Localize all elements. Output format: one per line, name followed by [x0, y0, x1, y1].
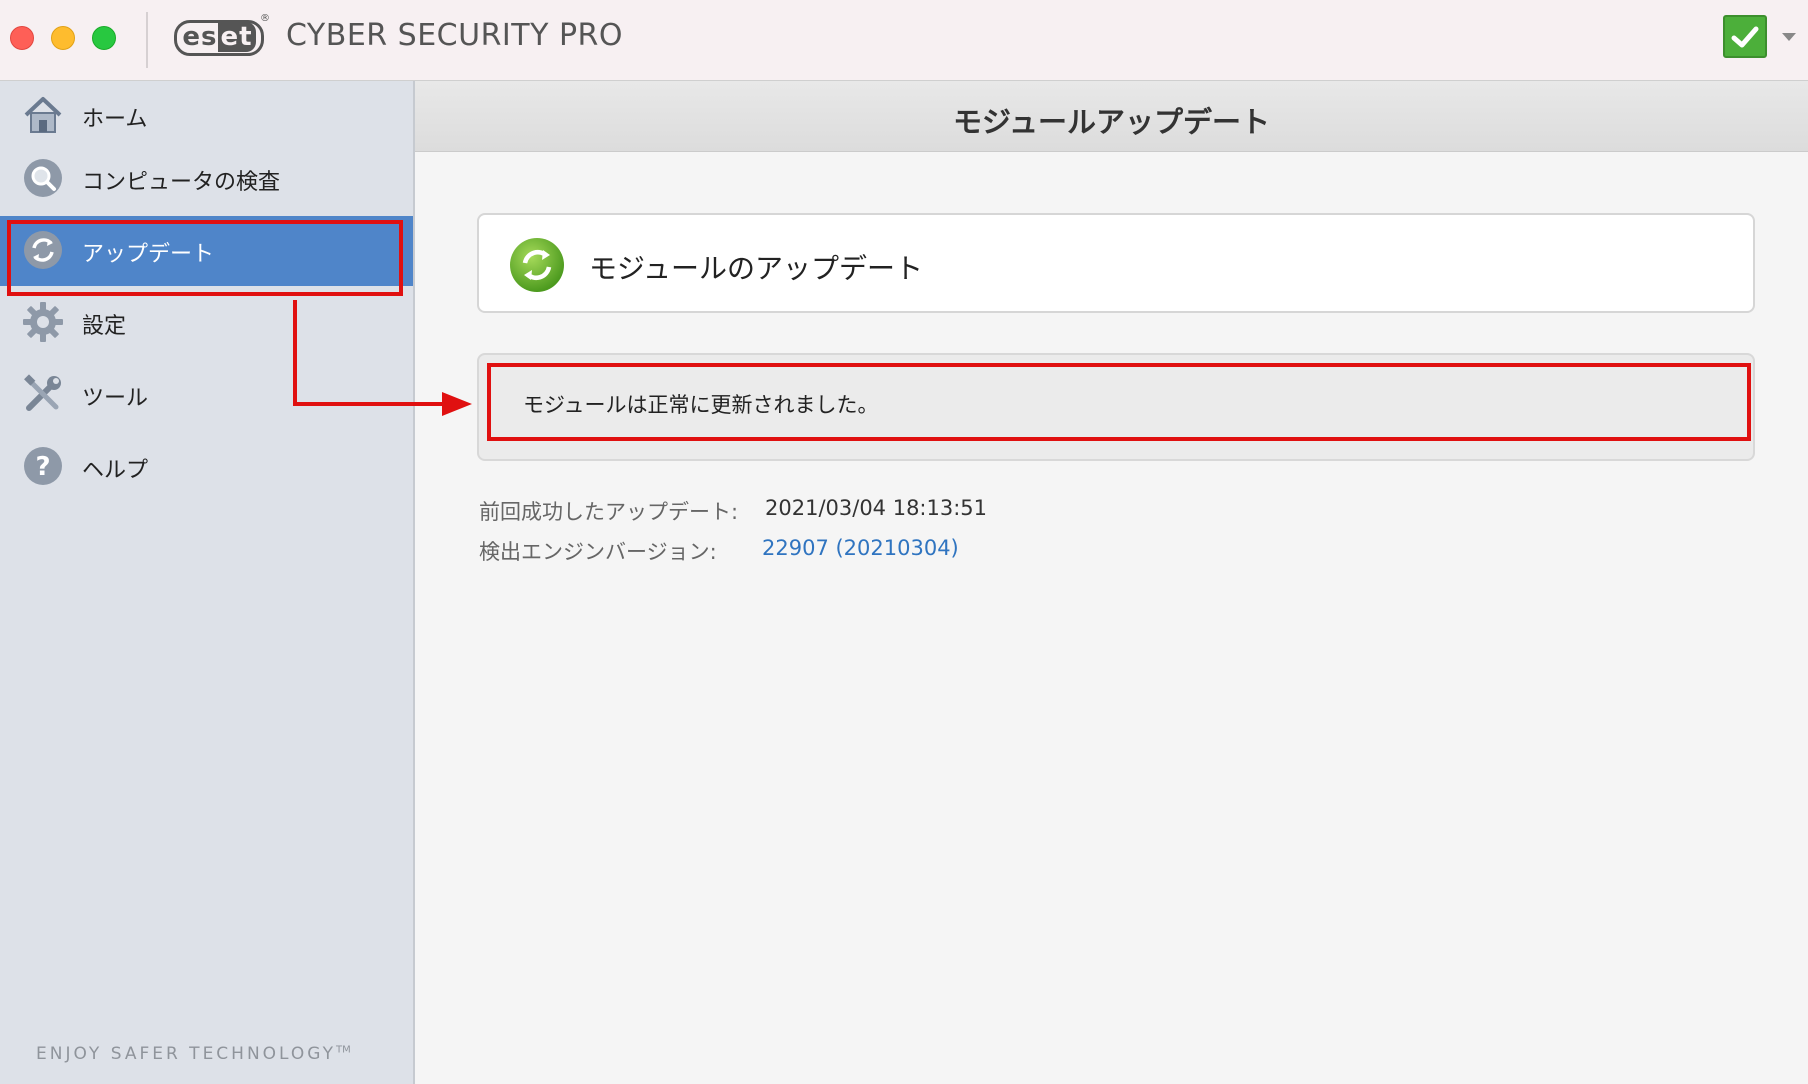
footer-slogan: ENJOY SAFER TECHNOLOGY — [36, 1044, 337, 1064]
page-title: モジュールアップデート — [953, 105, 1270, 139]
sidebar-footer: ENJOY SAFER TECHNOLOGYTM — [36, 1044, 351, 1064]
sidebar-item-help[interactable]: ? ヘルプ — [0, 432, 413, 502]
sidebar-item-label: ヘルプ — [82, 458, 149, 483]
sidebar-item-label: ツール — [82, 386, 149, 411]
sidebar-item-tools[interactable]: ツール — [0, 360, 413, 430]
chevron-down-icon[interactable] — [1782, 33, 1796, 41]
engine-version-row: 検出エンジンバージョン: 22907 (20210304) — [479, 536, 959, 566]
annotation-arrow-horizontal — [293, 402, 446, 406]
annotation-arrow-head — [442, 392, 472, 416]
engine-version-label: 検出エンジンバージョン: — [479, 540, 717, 564]
sidebar-item-label: コンピュータの検査 — [82, 170, 281, 195]
sidebar-item-label: 設定 — [82, 314, 127, 339]
window-close-button[interactable] — [10, 26, 34, 50]
annotation-highlight-sidebar — [7, 220, 403, 296]
update-card-label: モジュールのアップデート — [589, 252, 924, 285]
footer-tm: TM — [336, 1044, 351, 1056]
window-maximize-button[interactable] — [92, 26, 116, 50]
app-window: es et ® CYBER SECURITY PRO ホーム コンピュータの検査… — [0, 0, 1808, 1084]
check-icon — [1731, 26, 1759, 48]
svg-text:?: ? — [35, 452, 50, 482]
protection-status-button[interactable] — [1723, 15, 1767, 58]
sidebar-item-home[interactable]: ホーム — [0, 81, 413, 151]
last-update-value: 2021/03/04 18:13:51 — [765, 496, 988, 520]
annotation-highlight-status — [487, 363, 1751, 441]
help-icon: ? — [24, 447, 62, 485]
sidebar-item-settings[interactable]: 設定 — [0, 288, 413, 358]
sidebar-item-label: ホーム — [82, 107, 148, 132]
eset-logo: es et — [174, 20, 264, 56]
gear-icon — [23, 302, 63, 342]
update-icon — [510, 238, 564, 292]
scan-magnifier-icon — [24, 159, 62, 197]
sidebar-item-scan[interactable]: コンピュータの検査 — [0, 144, 413, 214]
main-panel: モジュールアップデート モジュールのアップデート モジュールは正常に更新されまし… — [415, 81, 1808, 1084]
home-icon — [24, 97, 62, 133]
title-separator — [146, 12, 148, 68]
last-update-row: 前回成功したアップデート: 2021/03/04 18:13:51 — [479, 496, 987, 526]
update-modules-button[interactable]: モジュールのアップデート — [477, 213, 1755, 313]
registered-mark: ® — [260, 13, 270, 24]
annotation-arrow-vertical — [293, 300, 297, 406]
app-title: CYBER SECURITY PRO — [286, 18, 623, 53]
window-minimize-button[interactable] — [51, 26, 75, 50]
tools-icon — [24, 374, 61, 411]
last-update-label: 前回成功したアップデート: — [479, 500, 739, 524]
main-header: モジュールアップデート — [415, 81, 1808, 152]
engine-version-link[interactable]: 22907 (20210304) — [762, 536, 959, 560]
title-bar: es et ® CYBER SECURITY PRO — [0, 0, 1808, 81]
